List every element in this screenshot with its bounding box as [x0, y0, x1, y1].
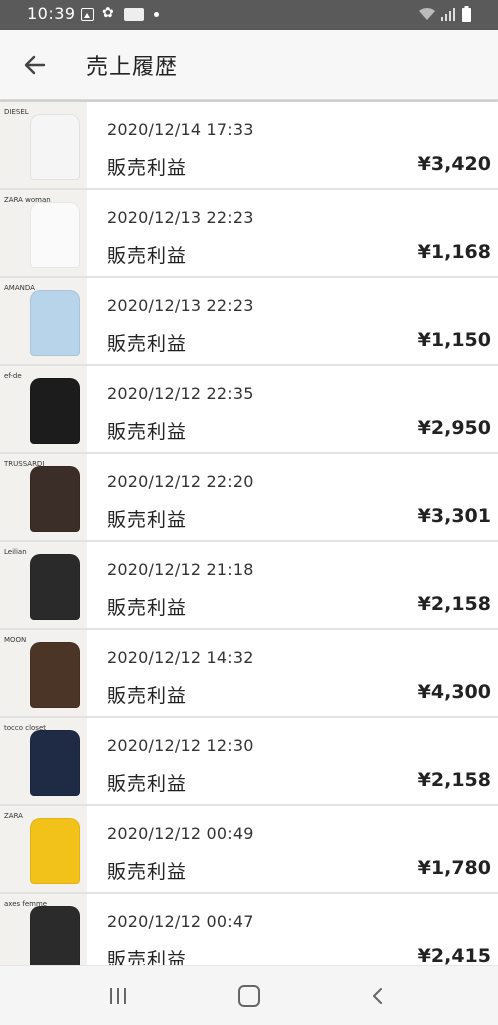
- home-icon[interactable]: [238, 985, 260, 1007]
- sale-type-label: 販売利益: [107, 949, 188, 965]
- thumbnail-brand-label: Leilian: [4, 548, 27, 556]
- status-time: 10:39: [27, 4, 76, 23]
- thumbnail-brand-label: MOON: [4, 636, 27, 644]
- sale-date: 2020/12/14 17:33: [107, 120, 254, 139]
- nav-back-icon[interactable]: [368, 986, 388, 1006]
- item-thumbnail: ZARA: [0, 806, 87, 892]
- status-bar: 10:39 ✿: [0, 0, 498, 30]
- sale-amount: ¥4,300: [417, 681, 491, 703]
- thumbnail-brand-label: ZARA: [4, 812, 23, 820]
- item-thumbnail: Leilian: [0, 542, 87, 628]
- sale-row[interactable]: TRUSSARDI 2020/12/12 22:20 販売利益 ¥3,301: [0, 454, 498, 542]
- sale-row[interactable]: ef-de 2020/12/12 22:35 販売利益 ¥2,950: [0, 366, 498, 454]
- system-nav-bar: [0, 965, 498, 1025]
- wifi-icon: [419, 7, 435, 20]
- sale-amount: ¥2,415: [417, 945, 491, 965]
- sale-type-label: 販売利益: [107, 685, 188, 707]
- sale-amount: ¥2,950: [417, 417, 491, 439]
- app-notification-icon: [124, 8, 144, 21]
- sale-amount: ¥1,150: [417, 329, 491, 351]
- gallery-icon: [81, 8, 94, 21]
- sale-amount: ¥3,420: [417, 153, 491, 175]
- garment-image: [30, 818, 80, 884]
- sale-date: 2020/12/12 00:49: [107, 824, 254, 843]
- item-thumbnail: ZARA woman: [0, 190, 87, 276]
- sales-list[interactable]: DIESEL 2020/12/14 17:33 販売利益 ¥3,420 ZARA wom…: [0, 99, 498, 965]
- garment-image: [30, 554, 80, 620]
- sale-date: 2020/12/12 22:20: [107, 472, 254, 491]
- dot-icon: [154, 12, 159, 17]
- sale-amount: ¥3,301: [417, 505, 491, 527]
- sale-date: 2020/12/12 00:47: [107, 912, 254, 931]
- garment-image: [30, 730, 80, 796]
- sale-date: 2020/12/12 21:18: [107, 560, 254, 579]
- thumbnail-brand-label: ef-de: [4, 372, 22, 380]
- item-thumbnail: DIESEL: [0, 102, 87, 188]
- recents-icon[interactable]: [108, 988, 129, 1004]
- thumbnail-brand-label: DIESEL: [4, 108, 29, 116]
- sale-amount: ¥1,780: [417, 857, 491, 879]
- sale-date: 2020/12/13 22:23: [107, 208, 254, 227]
- garment-image: [30, 378, 80, 444]
- sale-row[interactable]: axes femme 2020/12/12 00:47 販売利益 ¥2,415: [0, 894, 498, 965]
- item-thumbnail: AMANDA: [0, 278, 87, 364]
- item-thumbnail: ef-de: [0, 366, 87, 452]
- garment-image: [30, 290, 80, 356]
- garment-image: [30, 466, 80, 532]
- sale-row[interactable]: tocco closet 2020/12/12 12:30 販売利益 ¥2,158: [0, 718, 498, 806]
- sale-date: 2020/12/12 14:32: [107, 648, 254, 667]
- item-thumbnail: tocco closet: [0, 718, 87, 804]
- sale-type-label: 販売利益: [107, 421, 188, 443]
- item-thumbnail: axes femme: [0, 894, 87, 965]
- sale-row[interactable]: DIESEL 2020/12/14 17:33 販売利益 ¥3,420: [0, 102, 498, 190]
- app-bar: 売上履歴: [0, 30, 498, 100]
- sale-type-label: 販売利益: [107, 509, 188, 531]
- sale-date: 2020/12/12 12:30: [107, 736, 254, 755]
- sale-row[interactable]: MOON 2020/12/12 14:32 販売利益 ¥4,300: [0, 630, 498, 718]
- item-thumbnail: MOON: [0, 630, 87, 716]
- battery-icon: [462, 6, 471, 22]
- arrow-back-icon[interactable]: [18, 48, 52, 82]
- thumbnail-brand-label: AMANDA: [4, 284, 35, 292]
- sale-row[interactable]: AMANDA 2020/12/13 22:23 販売利益 ¥1,150: [0, 278, 498, 366]
- sale-amount: ¥1,168: [417, 241, 491, 263]
- garment-image: [30, 906, 80, 965]
- sale-type-label: 販売利益: [107, 157, 188, 179]
- sale-amount: ¥2,158: [417, 593, 491, 615]
- sale-type-label: 販売利益: [107, 773, 188, 795]
- sale-date: 2020/12/12 22:35: [107, 384, 254, 403]
- garment-image: [30, 202, 80, 268]
- sale-row[interactable]: ZARA 2020/12/12 00:49 販売利益 ¥1,780: [0, 806, 498, 894]
- page-title: 売上履歴: [86, 55, 179, 80]
- sale-type-label: 販売利益: [107, 245, 188, 267]
- signal-icon: [441, 8, 455, 21]
- pinwheel-icon: ✿: [102, 5, 114, 21]
- garment-image: [30, 642, 80, 708]
- garment-image: [30, 114, 80, 180]
- sale-type-label: 販売利益: [107, 861, 188, 883]
- sale-type-label: 販売利益: [107, 333, 188, 355]
- sale-row[interactable]: Leilian 2020/12/12 21:18 販売利益 ¥2,158: [0, 542, 498, 630]
- sale-amount: ¥2,158: [417, 769, 491, 791]
- sale-date: 2020/12/13 22:23: [107, 296, 254, 315]
- item-thumbnail: TRUSSARDI: [0, 454, 87, 540]
- sale-row[interactable]: ZARA woman 2020/12/13 22:23 販売利益 ¥1,168: [0, 190, 498, 278]
- sale-type-label: 販売利益: [107, 597, 188, 619]
